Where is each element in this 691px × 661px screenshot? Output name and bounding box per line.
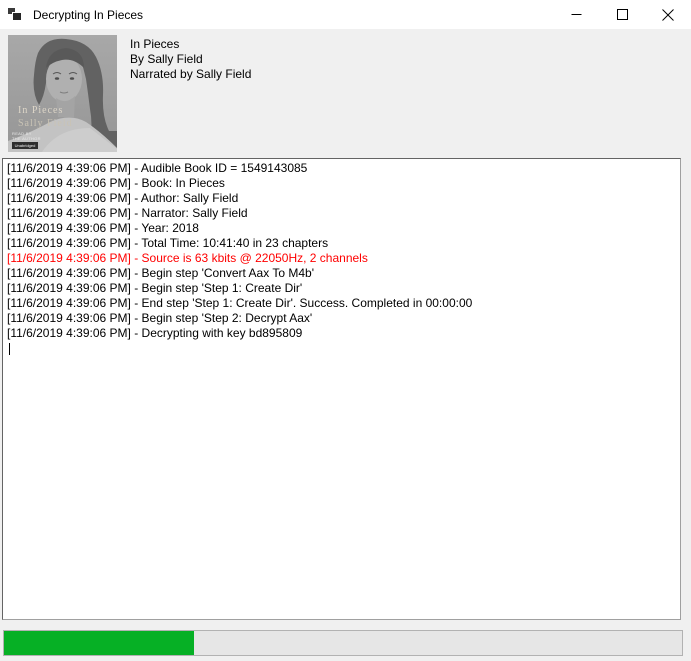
book-narrator: Narrated by Sally Field (130, 67, 251, 82)
log-line: [11/6/2019 4:39:06 PM] - Narrator: Sally… (7, 206, 676, 221)
log-line: [11/6/2019 4:39:06 PM] - Book: In Pieces (7, 176, 676, 191)
maximize-icon (617, 9, 628, 20)
log-line: [11/6/2019 4:39:06 PM] - Decrypting with… (7, 326, 676, 341)
app-icon-square-large (12, 12, 22, 21)
log-line: [11/6/2019 4:39:06 PM] - Begin step 'Con… (7, 266, 676, 281)
progress-fill (4, 631, 194, 655)
log-line: [11/6/2019 4:39:06 PM] - Author: Sally F… (7, 191, 676, 206)
log-line: [11/6/2019 4:39:06 PM] - Source is 63 kb… (7, 251, 676, 266)
book-title: In Pieces (130, 37, 251, 52)
log-line: [11/6/2019 4:39:06 PM] - Audible Book ID… (7, 161, 676, 176)
text-caret (9, 343, 10, 355)
log-line: [11/6/2019 4:39:06 PM] - Begin step 'Ste… (7, 311, 676, 326)
book-cover-image: In Pieces Sally Field READ BY THE AUTHOR… (8, 35, 117, 152)
book-author: By Sally Field (130, 52, 251, 67)
close-icon (662, 9, 674, 21)
progress-bar (3, 630, 683, 656)
maximize-button[interactable] (599, 0, 645, 29)
log-line: [11/6/2019 4:39:06 PM] - Begin step 'Ste… (7, 281, 676, 296)
window-title: Decrypting In Pieces (33, 8, 143, 22)
cover-title-text: In Pieces (18, 105, 63, 116)
minimize-icon (571, 9, 582, 20)
log-textbox[interactable]: [11/6/2019 4:39:06 PM] - Audible Book ID… (2, 158, 681, 620)
caption-controls (553, 0, 691, 29)
cover-edition-badge: Unabridged (12, 142, 38, 149)
cover-read-by-text: READ BY THE AUTHOR (12, 131, 41, 141)
log-line: [11/6/2019 4:39:06 PM] - Total Time: 10:… (7, 236, 676, 251)
log-line: [11/6/2019 4:39:06 PM] - Year: 2018 (7, 221, 676, 236)
minimize-button[interactable] (553, 0, 599, 29)
book-info: In Pieces By Sally Field Narrated by Sal… (130, 37, 251, 82)
close-button[interactable] (645, 0, 691, 29)
app-window: Decrypting In Pieces (0, 0, 691, 661)
app-icon (8, 7, 24, 23)
cover-author-text: Sally Field (18, 118, 73, 129)
title-bar: Decrypting In Pieces (0, 0, 691, 29)
log-lines: [11/6/2019 4:39:06 PM] - Audible Book ID… (7, 161, 676, 341)
log-line: [11/6/2019 4:39:06 PM] - End step 'Step … (7, 296, 676, 311)
